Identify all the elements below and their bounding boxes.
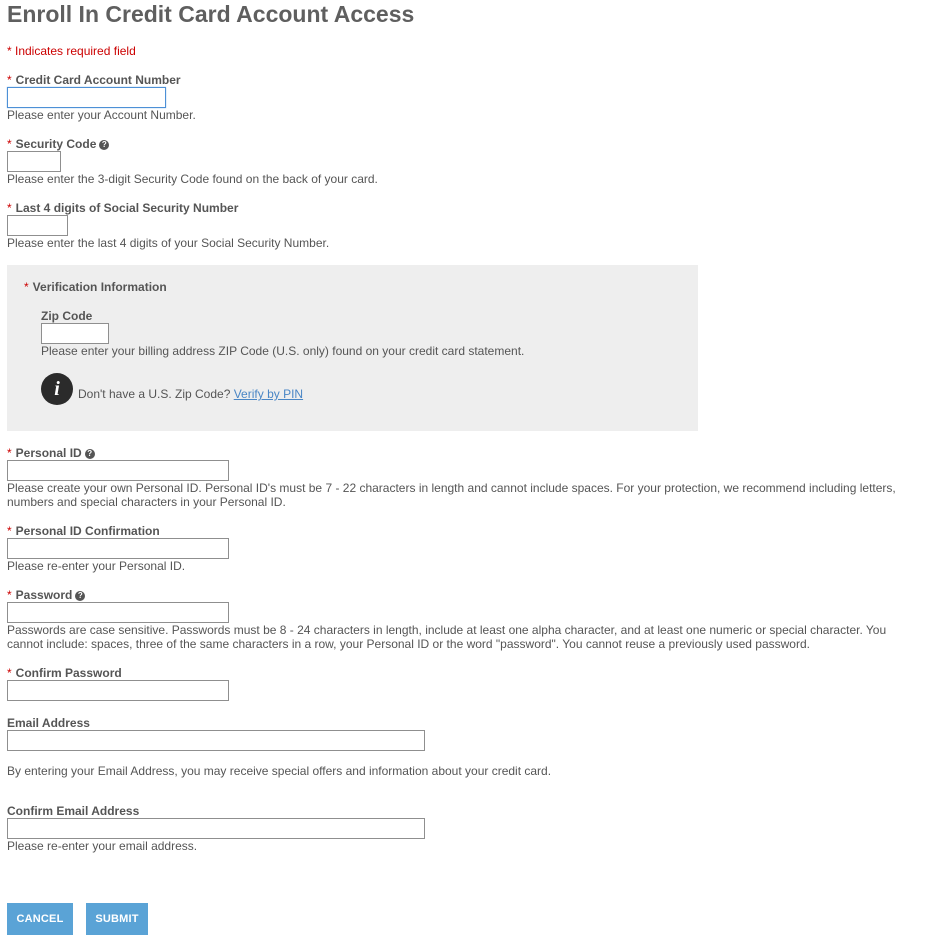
required-field-note: * Indicates required field bbox=[7, 44, 136, 58]
account-number-help: Please enter your Account Number. bbox=[7, 108, 196, 122]
cancel-button[interactable]: CANCEL bbox=[7, 903, 73, 935]
no-zip-row: Don't have a U.S. Zip Code? Verify by PI… bbox=[78, 387, 303, 401]
zip-code-label: Zip Code bbox=[41, 309, 93, 323]
ssn-last4-input[interactable] bbox=[7, 215, 68, 236]
submit-button[interactable]: SUBMIT bbox=[86, 903, 148, 935]
required-marker: * bbox=[7, 446, 12, 460]
email-input[interactable] bbox=[7, 730, 425, 751]
ssn-last4-label-text: Last 4 digits of Social Security Number bbox=[15, 201, 239, 215]
help-question-icon[interactable]: ? bbox=[84, 449, 95, 459]
help-question-icon[interactable]: ? bbox=[99, 140, 110, 150]
zip-code-input[interactable] bbox=[41, 323, 109, 344]
personal-id-confirm-help: Please re-enter your Personal ID. bbox=[7, 559, 186, 573]
page-title: Enroll In Credit Card Account Access bbox=[7, 1, 415, 27]
confirm-password-input[interactable] bbox=[7, 680, 229, 701]
security-code-input[interactable] bbox=[7, 151, 61, 172]
required-marker: * bbox=[7, 666, 12, 680]
password-help: Passwords are case sensitive. Passwords … bbox=[7, 623, 887, 651]
email-label: Email Address bbox=[7, 716, 90, 730]
verify-by-pin-link[interactable]: Verify by PIN bbox=[234, 387, 303, 401]
verification-heading: * Verification Information bbox=[24, 280, 167, 294]
personal-id-help: Please create your own Personal ID. Pers… bbox=[7, 481, 896, 509]
personal-id-label: * Personal ID? bbox=[7, 446, 95, 460]
required-marker: * bbox=[7, 588, 12, 602]
account-number-input[interactable] bbox=[7, 87, 166, 108]
confirm-email-help: Please re-enter your email address. bbox=[7, 839, 198, 853]
email-help: By entering your Email Address, you may … bbox=[7, 764, 552, 778]
verification-panel: * Verification Information Zip Code Pleas… bbox=[7, 265, 698, 431]
no-zip-text: Don't have a U.S. Zip Code? bbox=[78, 387, 231, 401]
zip-code-help: Please enter your billing address ZIP Co… bbox=[41, 344, 525, 358]
required-marker: * bbox=[7, 73, 12, 87]
account-number-label-text: Credit Card Account Number bbox=[15, 73, 181, 87]
password-label: * Password? bbox=[7, 588, 86, 602]
security-code-label-text: Security Code bbox=[15, 137, 97, 151]
confirm-password-label: * Confirm Password bbox=[7, 666, 122, 680]
confirm-email-input[interactable] bbox=[7, 818, 425, 839]
password-input[interactable] bbox=[7, 602, 229, 623]
required-marker: * bbox=[24, 280, 29, 294]
required-marker: * bbox=[7, 201, 12, 215]
personal-id-confirm-input[interactable] bbox=[7, 538, 229, 559]
info-icon: i bbox=[41, 373, 73, 405]
required-marker: * bbox=[7, 524, 12, 538]
password-label-text: Password bbox=[15, 588, 73, 602]
security-code-help: Please enter the 3-digit Security Code f… bbox=[7, 172, 378, 186]
account-number-label: * Credit Card Account Number bbox=[7, 73, 181, 87]
confirm-email-label: Confirm Email Address bbox=[7, 804, 140, 818]
help-question-icon[interactable]: ? bbox=[75, 591, 86, 601]
ssn-last4-help: Please enter the last 4 digits of your S… bbox=[7, 236, 330, 250]
personal-id-confirm-label-text: Personal ID Confirmation bbox=[15, 524, 160, 538]
personal-id-input[interactable] bbox=[7, 460, 229, 481]
ssn-last4-label: * Last 4 digits of Social Security Number bbox=[7, 201, 238, 215]
personal-id-label-text: Personal ID bbox=[15, 446, 82, 460]
personal-id-confirm-label: * Personal ID Confirmation bbox=[7, 524, 160, 538]
required-marker: * bbox=[7, 137, 12, 151]
confirm-password-label-text: Confirm Password bbox=[15, 666, 122, 680]
security-code-label: * Security Code? bbox=[7, 137, 110, 151]
verification-heading-text: Verification Information bbox=[32, 280, 167, 294]
